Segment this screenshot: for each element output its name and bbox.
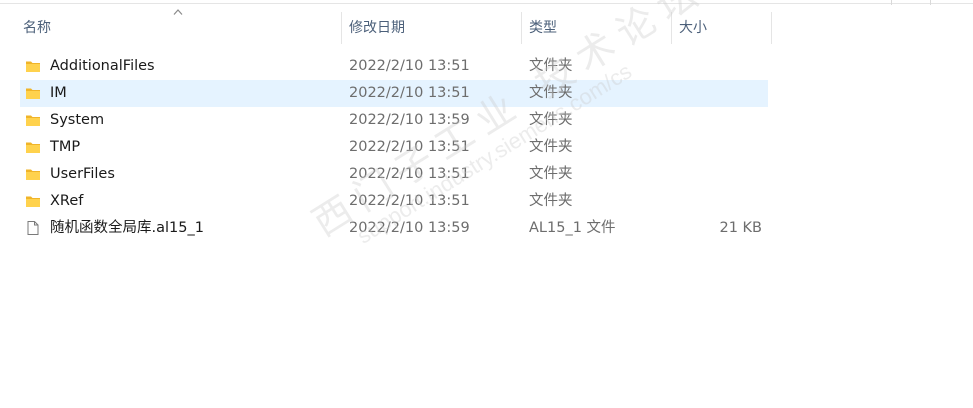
top-separator <box>930 0 931 5</box>
file-modified-date: 2022/2/10 13:51 <box>349 193 470 209</box>
file-name: 随机函数全局库.al15_1 <box>50 220 204 236</box>
column-header-size[interactable]: 大小 <box>672 12 771 44</box>
file-type: AL15_1 文件 <box>529 220 616 236</box>
file-row-im[interactable]: IM 2022/2/10 13:51 文件夹 <box>20 80 768 107</box>
column-header-bar: 名称 修改日期 类型 大小 <box>0 12 775 44</box>
file-modified-date: 2022/2/10 13:59 <box>349 112 470 128</box>
file-row-system[interactable]: System 2022/2/10 13:59 文件夹 <box>20 107 768 134</box>
file-row-additionalfiles[interactable]: AdditionalFiles 2022/2/10 13:51 文件夹 <box>20 53 768 80</box>
top-separator <box>891 0 892 5</box>
file-modified-date: 2022/2/10 13:51 <box>349 58 470 74</box>
file-type: 文件夹 <box>529 85 573 101</box>
column-header-type[interactable]: 类型 <box>522 12 671 44</box>
column-header-name[interactable]: 名称 <box>16 12 341 44</box>
file-name: AdditionalFiles <box>50 58 155 74</box>
folder-icon <box>26 142 40 153</box>
column-divider[interactable] <box>771 12 772 44</box>
file-modified-date: 2022/2/10 13:59 <box>349 220 470 236</box>
file-explorer-window: 名称 修改日期 类型 大小 AdditionalFiles 2022/2/10 … <box>0 0 973 408</box>
file-type: 文件夹 <box>529 139 573 155</box>
file-modified-date: 2022/2/10 13:51 <box>349 85 470 101</box>
folder-icon <box>26 61 40 72</box>
file-list: AdditionalFiles 2022/2/10 13:51 文件夹 IM 2… <box>20 53 768 242</box>
file-type: 文件夹 <box>529 193 573 209</box>
file-row-xref[interactable]: XRef 2022/2/10 13:51 文件夹 <box>20 188 768 215</box>
column-header-date[interactable]: 修改日期 <box>342 12 521 44</box>
folder-icon <box>26 88 40 99</box>
file-name: IM <box>50 85 67 101</box>
file-name: XRef <box>50 193 84 209</box>
file-row-userfiles[interactable]: UserFiles 2022/2/10 13:51 文件夹 <box>20 161 768 188</box>
file-name: TMP <box>50 139 81 155</box>
file-type: 文件夹 <box>529 112 573 128</box>
file-icon <box>27 221 39 235</box>
file-name: UserFiles <box>50 166 115 182</box>
folder-icon <box>26 169 40 180</box>
file-row-tmp[interactable]: TMP 2022/2/10 13:51 文件夹 <box>20 134 768 161</box>
folder-icon <box>26 196 40 207</box>
top-edge <box>0 0 973 4</box>
file-type: 文件夹 <box>529 58 573 74</box>
file-size: 21 KB <box>719 220 762 236</box>
file-name: System <box>50 112 105 128</box>
folder-icon <box>26 115 40 126</box>
file-modified-date: 2022/2/10 13:51 <box>349 166 470 182</box>
file-row-library-file[interactable]: 随机函数全局库.al15_1 2022/2/10 13:59 AL15_1 文件… <box>20 215 768 242</box>
file-type: 文件夹 <box>529 166 573 182</box>
file-modified-date: 2022/2/10 13:51 <box>349 139 470 155</box>
